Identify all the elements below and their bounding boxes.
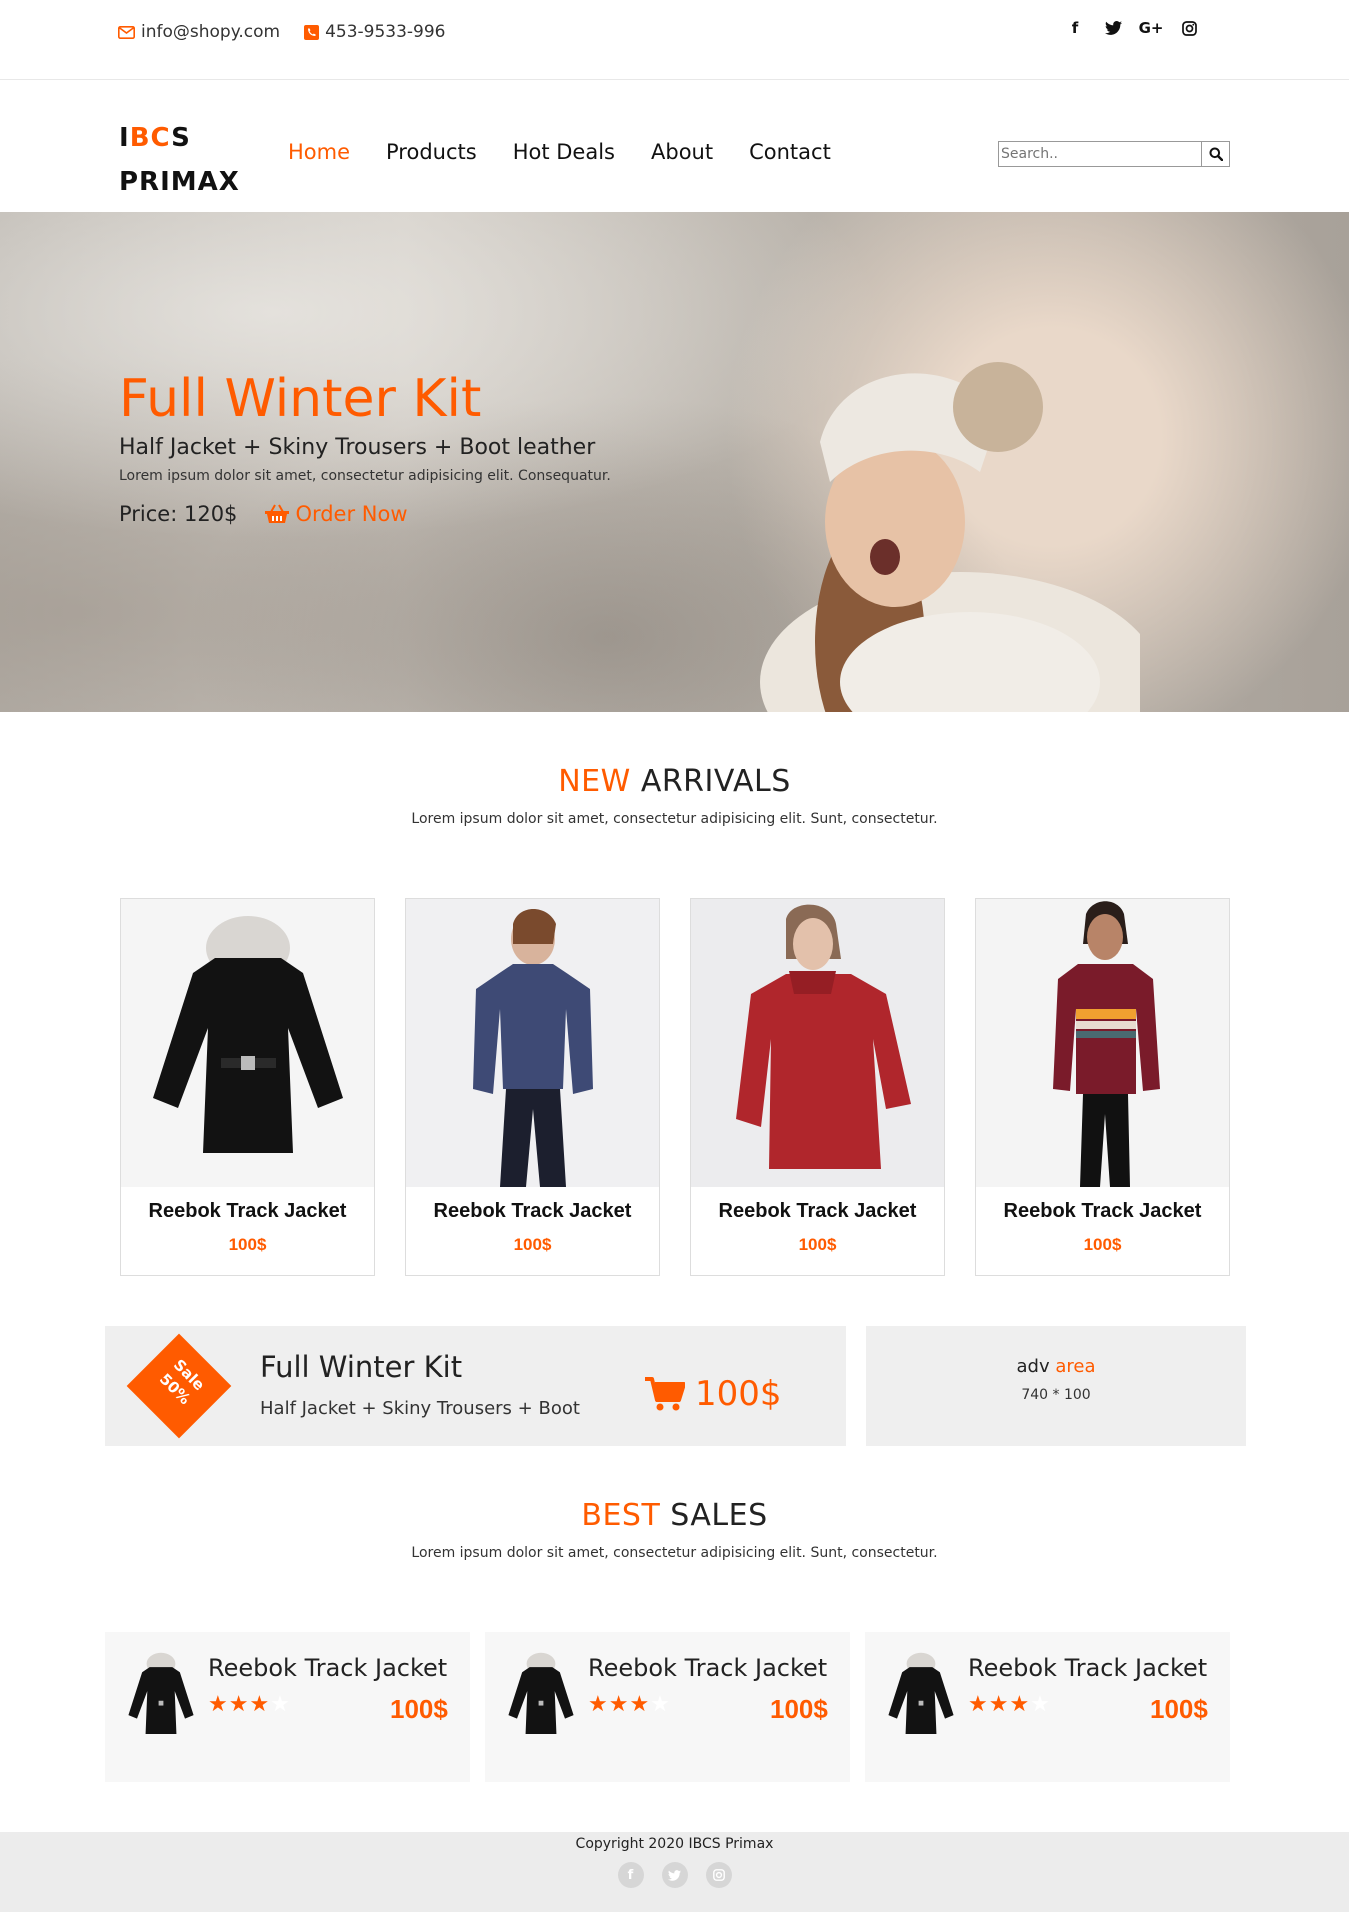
rating-stars: ★★★★ <box>968 1692 1051 1717</box>
product-image-red-jacket <box>691 899 944 1187</box>
best-sales-description: Lorem ipsum dolor sit amet, consectetur … <box>411 1545 938 1561</box>
hero-girl-image <box>760 362 1140 712</box>
logo-letter-i: I <box>119 123 130 153</box>
google-plus-icon[interactable]: G+ <box>1139 18 1164 38</box>
basket-icon <box>265 504 290 523</box>
site-footer: Copyright 2020 IBCS Primax f <box>0 1832 1349 1912</box>
best-sales-heading: BEST SALES Lorem ipsum dolor sit amet, c… <box>0 1498 1349 1561</box>
twitter-icon[interactable] <box>661 1862 688 1888</box>
phone-text: 453-9533-996 <box>325 22 446 42</box>
best-sale-price: 100$ <box>390 1694 448 1724</box>
new-arrivals-grid: Reebok Track Jacket 100$ Reebok Track Ja… <box>120 898 1260 1276</box>
product-card[interactable]: Reebok Track Jacket 100$ <box>405 898 660 1276</box>
nav-products[interactable]: Products <box>386 140 477 164</box>
promo-subtitle: Half Jacket + Skiny Trousers + Boot <box>260 1398 580 1419</box>
facebook-icon[interactable]: f <box>1066 18 1084 38</box>
best-sale-name: Reebok Track Jacket <box>208 1654 448 1682</box>
email-text: info@shopy.com <box>141 22 281 42</box>
promo-title: Full Winter Kit <box>260 1350 463 1384</box>
nav-contact[interactable]: Contact <box>749 140 831 164</box>
product-card[interactable]: Reebok Track Jacket 100$ <box>120 898 375 1276</box>
adv-size: 740 * 100 <box>1021 1387 1091 1403</box>
adv-area[interactable]: adv area 740 * 100 <box>866 1326 1246 1446</box>
cart-icon <box>645 1377 685 1411</box>
search-button[interactable] <box>1202 141 1230 167</box>
rating-stars: ★★★★ <box>588 1692 671 1717</box>
search-input[interactable] <box>998 141 1202 167</box>
product-price: 100$ <box>513 1235 552 1254</box>
nav-about[interactable]: About <box>651 140 713 164</box>
promo-price: 100$ <box>695 1374 782 1414</box>
best-sale-image <box>881 1652 961 1734</box>
promo-cart-button[interactable]: 100$ <box>645 1374 782 1414</box>
product-price: 100$ <box>1083 1235 1122 1254</box>
copyright-text: Copyright 2020 IBCS Primax <box>575 1836 774 1852</box>
logo[interactable]: IBCS PRIMAX <box>119 116 240 204</box>
social-links: f G+ <box>1066 18 1218 38</box>
logo-letter-s: S <box>171 123 191 153</box>
logo-line-primax: PRIMAX <box>119 167 240 197</box>
search-icon <box>1209 147 1223 161</box>
product-name: Reebok Track Jacket <box>1003 1200 1202 1222</box>
phone-contact[interactable]: 453-9533-996 <box>304 22 446 42</box>
contact-info: info@shopy.com 453-9533-996 <box>118 22 470 42</box>
product-price: 100$ <box>228 1235 267 1254</box>
product-price: 100$ <box>798 1235 837 1254</box>
product-card[interactable]: Reebok Track Jacket 100$ <box>690 898 945 1276</box>
facebook-icon[interactable]: f <box>617 1862 644 1888</box>
product-image-blue-jacket <box>406 899 659 1187</box>
email-contact[interactable]: info@shopy.com <box>118 22 280 42</box>
new-arrivals-description: Lorem ipsum dolor sit amet, consectetur … <box>411 811 938 827</box>
hero-title: Full Winter Kit <box>119 369 482 429</box>
product-card[interactable]: Reebok Track Jacket 100$ <box>975 898 1230 1276</box>
search-box <box>998 141 1230 167</box>
product-name: Reebok Track Jacket <box>718 1200 917 1222</box>
rating-stars: ★★★★ <box>208 1692 291 1717</box>
nav-home[interactable]: Home <box>288 140 350 164</box>
hero-price-row: Price: 120$ Order Now <box>119 502 611 526</box>
footer-social-links: f <box>0 1862 1349 1888</box>
best-sale-card[interactable]: Reebok Track Jacket ★★★★ 100$ <box>865 1632 1230 1782</box>
hero-price: Price: 120$ <box>119 502 238 526</box>
best-sale-image <box>121 1652 201 1734</box>
instagram-icon[interactable] <box>1180 18 1198 38</box>
site-header: IBCS PRIMAX Home Products Hot Deals Abou… <box>0 80 1349 212</box>
hero-description: Lorem ipsum dolor sit amet, consectetur … <box>119 468 611 484</box>
product-name: Reebok Track Jacket <box>433 1200 632 1222</box>
order-now-button[interactable]: Order Now <box>265 502 408 526</box>
best-sale-name: Reebok Track Jacket <box>968 1654 1208 1682</box>
new-arrivals-title: NEW ARRIVALS <box>558 764 791 799</box>
hero-text: Full Winter Kit Half Jacket + Skiny Trou… <box>119 367 611 526</box>
best-sale-image <box>501 1652 581 1734</box>
best-sale-price: 100$ <box>1150 1694 1208 1724</box>
twitter-icon[interactable] <box>1104 18 1122 38</box>
logo-letters-bc: BC <box>129 123 172 153</box>
hero-subtitle: Half Jacket + Skiny Trousers + Boot leat… <box>119 435 596 460</box>
order-now-label: Order Now <box>295 502 408 526</box>
product-name: Reebok Track Jacket <box>148 1200 347 1222</box>
best-sale-price: 100$ <box>770 1694 828 1724</box>
best-sale-card[interactable]: Reebok Track Jacket ★★★★ 100$ <box>105 1632 470 1782</box>
main-nav: Home Products Hot Deals About Contact <box>288 140 867 164</box>
product-image-black-coat <box>121 899 374 1187</box>
product-image-maroon-jacket <box>976 899 1229 1187</box>
best-sales-title: BEST SALES <box>581 1498 768 1533</box>
envelope-icon <box>118 25 135 39</box>
best-sales-grid: Reebok Track Jacket ★★★★ 100$ Reebok Tra… <box>105 1632 1245 1782</box>
top-bar: info@shopy.com 453-9533-996 f G+ <box>0 0 1349 80</box>
instagram-icon[interactable] <box>705 1862 732 1888</box>
best-sale-name: Reebok Track Jacket <box>588 1654 828 1682</box>
new-arrivals-heading: NEW ARRIVALS Lorem ipsum dolor sit amet,… <box>0 764 1349 827</box>
adv-label: adv area <box>1016 1356 1096 1377</box>
promo-banner[interactable]: Sale 50% Full Winter Kit Half Jacket + S… <box>105 1326 846 1446</box>
phone-icon <box>304 24 320 40</box>
hero-banner: Full Winter Kit Half Jacket + Skiny Trou… <box>0 212 1349 712</box>
best-sale-card[interactable]: Reebok Track Jacket ★★★★ 100$ <box>485 1632 850 1782</box>
nav-hot-deals[interactable]: Hot Deals <box>513 140 615 164</box>
